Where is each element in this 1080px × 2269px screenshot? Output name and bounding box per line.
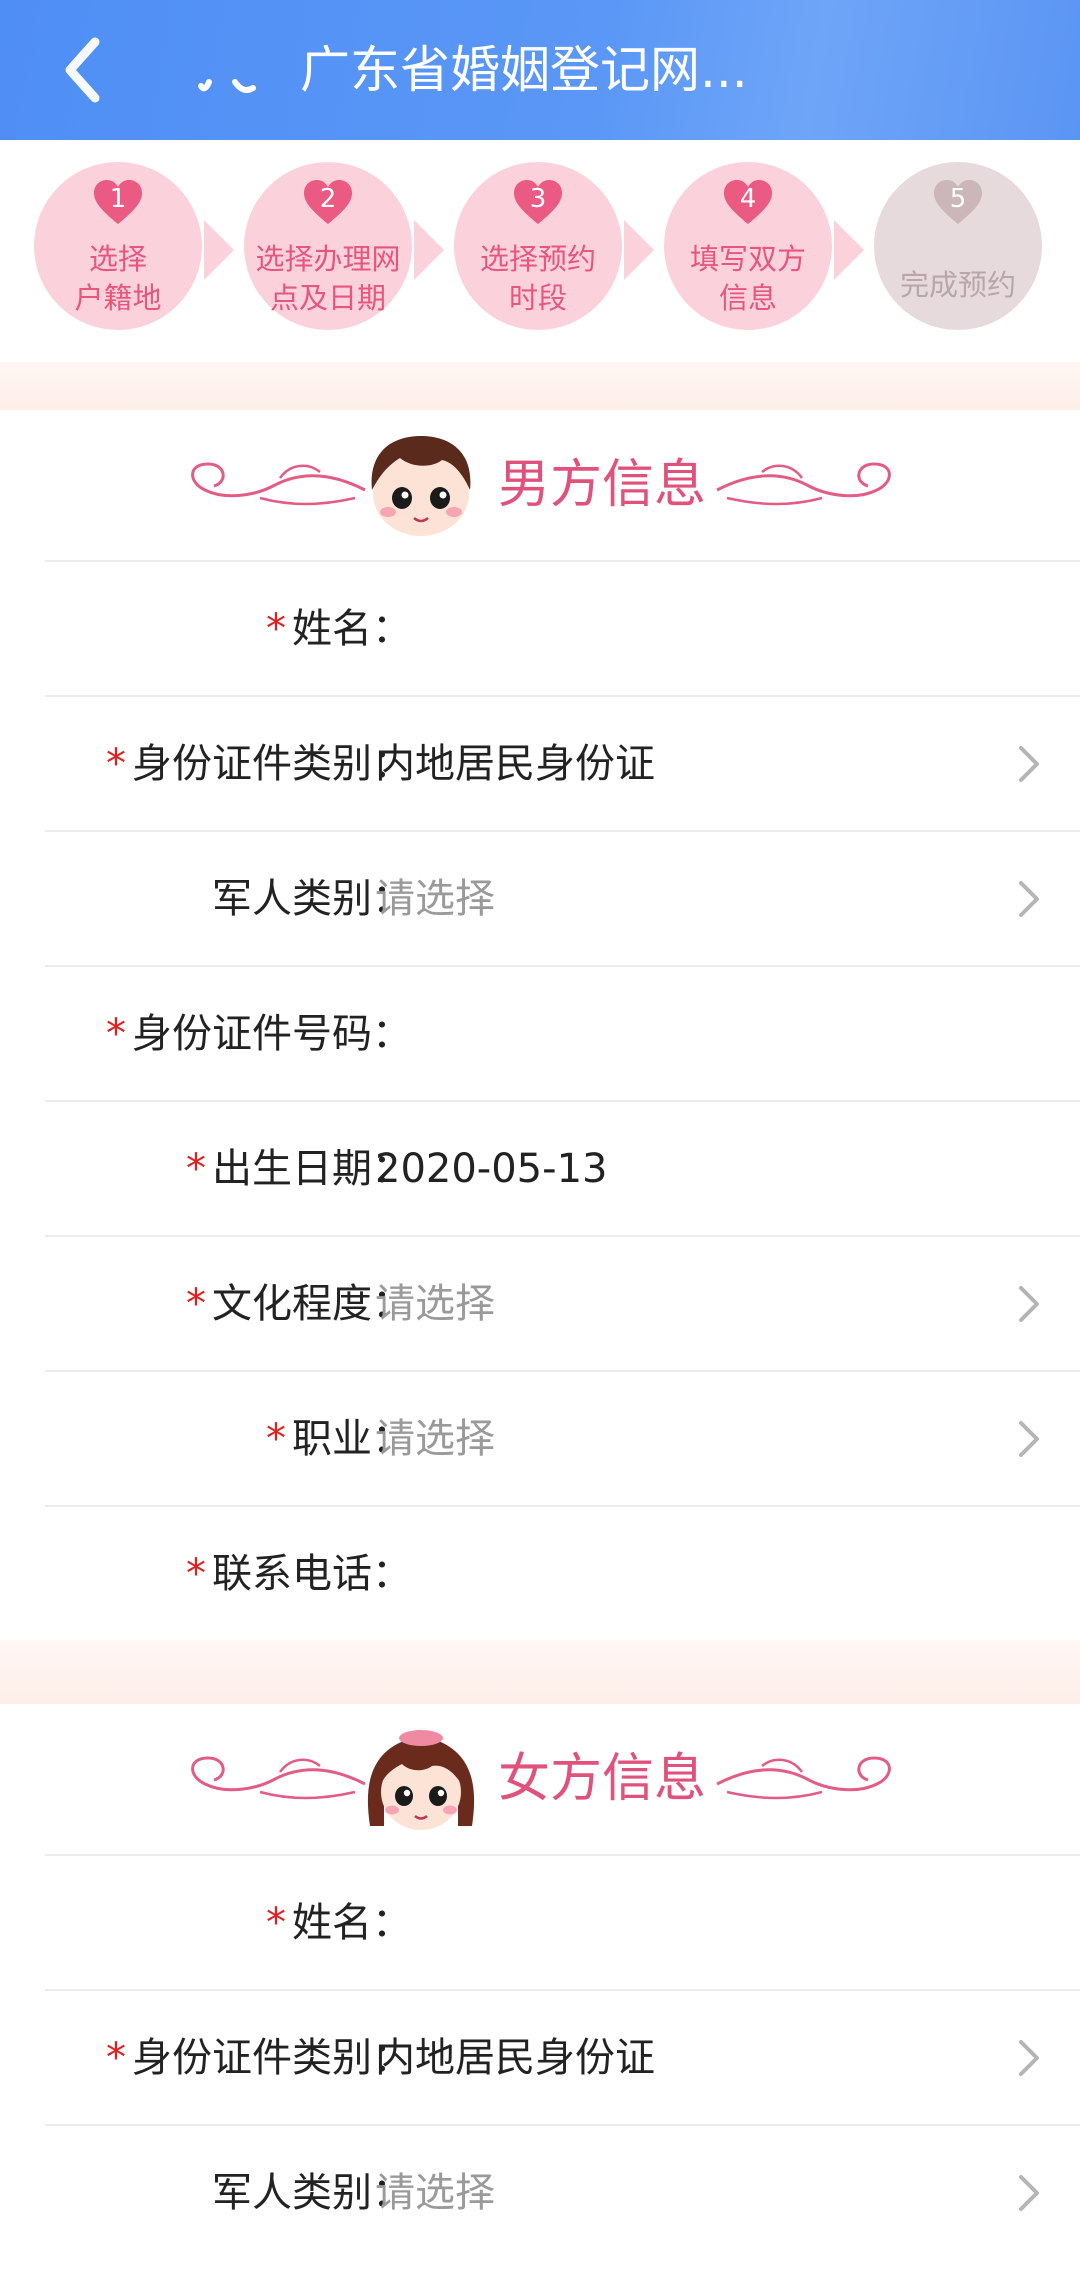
swirl-ornament-icon [716, 462, 891, 506]
step-indicator: 1 选择 户籍地 2 选择办理网 点及日期 3 选择预约 时段 4 填写双方 信… [0, 140, 1080, 362]
form-row-name[interactable]: * 姓名： [45, 560, 1080, 696]
step-arrow-icon [624, 220, 654, 280]
form-row-education[interactable]: * 文化程度： 请选择 [45, 1235, 1080, 1371]
required-mark: * [106, 2035, 126, 2081]
section-title: 男方信息 [498, 455, 707, 515]
form-row-occupation[interactable]: * 职业： 请选择 [45, 1370, 1080, 1506]
chevron-right-icon[interactable] [1017, 744, 1041, 784]
step-arrow-icon [414, 220, 444, 280]
chevron-right-icon[interactable] [1017, 1284, 1041, 1324]
required-mark: * [186, 1281, 206, 1327]
chevron-right-icon[interactable] [1017, 2173, 1041, 2213]
field-label: 姓名： [292, 1900, 412, 1946]
field-label: 身份证件类别： [132, 2035, 412, 2081]
section-header: 女方信息 [0, 1704, 1080, 1854]
chevron-left-icon[interactable] [55, 32, 125, 108]
page-title: 广东省婚姻登记网... [300, 41, 748, 99]
section-divider [0, 1640, 1080, 1704]
step-arrow-icon [204, 220, 234, 280]
military-type-select[interactable]: 请选择 [375, 2126, 495, 2260]
required-mark: * [186, 1146, 206, 1192]
chevron-right-icon[interactable] [1017, 2038, 1041, 2078]
swirl-ornament-icon [191, 462, 366, 506]
required-mark: * [266, 1900, 286, 1946]
step-label: 选择预约 时段 [479, 242, 596, 315]
field-label: 身份证件号码： [132, 1011, 412, 1057]
id-type-select[interactable]: 内地居民身份证 [375, 1991, 655, 2125]
step-4: 4 填写双方 信息 [664, 162, 832, 330]
swirl-ornament-icon [191, 1756, 366, 1800]
bride-avatar-icon [367, 1730, 475, 1830]
step-1: 1 选择 户籍地 [34, 162, 202, 330]
field-label: 身份证件类别： [132, 741, 412, 787]
step-label: 选择办理网 点及日期 [255, 242, 401, 315]
required-mark: * [106, 1011, 126, 1057]
chevron-right-icon[interactable] [1017, 1419, 1041, 1459]
step-label: 选择 户籍地 [74, 242, 162, 315]
form-row-id-type[interactable]: * 身份证件类别： 内地居民身份证 [45, 695, 1080, 831]
section-title: 女方信息 [498, 1749, 707, 1809]
required-mark: * [266, 1416, 286, 1462]
step-5: 5 完成预约 [874, 162, 1042, 330]
form-row-id-number[interactable]: * 身份证件号码： [45, 965, 1080, 1101]
step-arrow-icon [834, 220, 864, 280]
occupation-select[interactable]: 请选择 [375, 1372, 495, 1506]
chevron-right-icon[interactable] [1017, 879, 1041, 919]
form-row-id-type[interactable]: * 身份证件类别： 内地居民身份证 [45, 1989, 1080, 2125]
step-3: 3 选择预约 时段 [454, 162, 622, 330]
military-type-select[interactable]: 请选择 [375, 832, 495, 966]
female-info-section: 女方信息 * 姓名： * 身份证件类别： 内地居民身份证 军人类别： 请选择 [0, 1704, 1080, 2269]
education-select[interactable]: 请选择 [375, 1237, 495, 1371]
step-label: 填写双方 信息 [689, 242, 806, 315]
required-mark: * [106, 741, 126, 787]
required-mark: * [186, 1551, 206, 1597]
step-label: 完成预约 [899, 268, 1016, 302]
form-row-birth-date[interactable]: * 出生日期： 2020-05-13 [45, 1100, 1080, 1236]
step-2: 2 选择办理网 点及日期 [244, 162, 412, 330]
form-row-military-type[interactable]: 军人类别： 请选择 [45, 830, 1080, 966]
field-label: 姓名： [292, 606, 412, 652]
required-mark: * [266, 606, 286, 652]
swirl-ornament-icon [716, 1756, 891, 1800]
dots-icon [198, 79, 256, 93]
male-info-section: 男方信息 * 姓名： * 身份证件类别： 内地居民身份证 军人类别： 请选择 * 身份… [0, 410, 1080, 1640]
section-divider [0, 362, 1080, 410]
form-row-military-type[interactable]: 军人类别： 请选择 [45, 2124, 1080, 2260]
section-header: 男方信息 [0, 410, 1080, 560]
form-row-phone[interactable]: * 联系电话： [45, 1505, 1080, 1641]
form-row-name[interactable]: * 姓名： [45, 1854, 1080, 1990]
field-label: 联系电话： [212, 1551, 412, 1597]
groom-avatar-icon [371, 436, 471, 536]
birth-date-input[interactable]: 2020-05-13 [375, 1102, 607, 1236]
top-bar: 广东省婚姻登记网... [0, 0, 1080, 140]
id-type-select[interactable]: 内地居民身份证 [375, 697, 655, 831]
